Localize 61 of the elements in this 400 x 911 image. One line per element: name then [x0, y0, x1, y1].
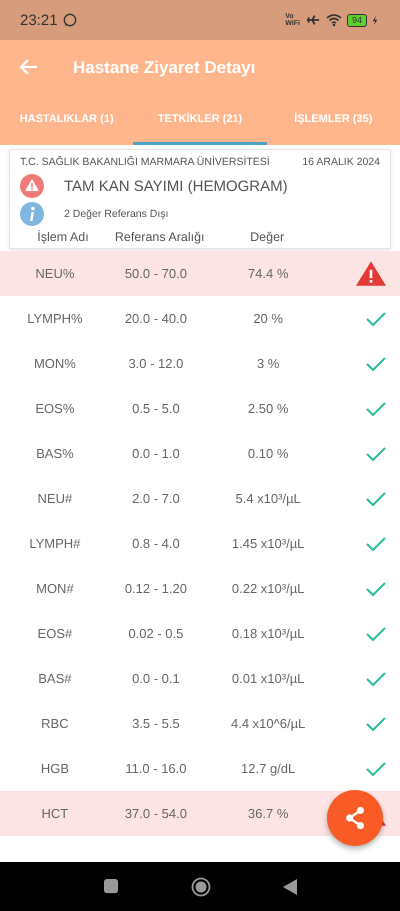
battery-indicator: 94	[346, 14, 367, 26]
table-cell-text: 2.0 - 7.0	[131, 491, 181, 506]
table-cell-text: 20.0 - 40.0	[124, 311, 188, 326]
tab[interactable]: TETKİKLER (21)	[133, 95, 267, 145]
table-cell-text: 20 %	[252, 311, 284, 326]
table-cell-text: 2.50 %	[246, 401, 290, 416]
table-cell-text: EOS#	[36, 626, 74, 641]
wifi-icon	[326, 13, 342, 27]
table-cell-text: 3.5 - 5.5	[131, 716, 181, 731]
clock-text: 23:21	[20, 12, 58, 28]
date-text: 16 ARALIK 2024	[302, 156, 380, 168]
summary-text: 2 Değer Referans Dışı	[64, 208, 168, 220]
table-cell-text: NEU%	[34, 266, 76, 281]
table-cell-text: 74.4 %	[246, 266, 290, 281]
table-cell-text: 0.10 %	[246, 446, 290, 461]
column-header: Referans Aralığı	[114, 230, 206, 244]
table-cell-text: 12.7 g/dL	[240, 761, 296, 776]
table-cell-text: 3.0 - 12.0	[127, 356, 184, 371]
table-cell-text: 0.5 - 5.0	[131, 401, 181, 416]
table-cell-text: 0.18 x10³/µL	[230, 626, 306, 641]
table-cell-text: 37.0 - 54.0	[124, 806, 188, 821]
table-cell-text: 1.45 x10³/µL	[230, 536, 306, 551]
recents-button[interactable]	[104, 879, 118, 894]
table-cell-text: 36.7 %	[246, 806, 290, 821]
institution-text: T.C. SAĞLIK BAKANLIĞI MARMARA ÜNİVERSİTESİ	[20, 156, 270, 168]
airplane-icon	[304, 13, 321, 27]
home-button[interactable]	[190, 876, 210, 896]
table-cell-text: 0.0 - 0.1	[131, 671, 181, 686]
table-cell-text: 0.22 x10³/µL	[230, 581, 306, 596]
table-cell-text: HGB	[40, 761, 70, 776]
table-cell-text: BAS#	[37, 671, 73, 686]
table-cell-text: 0.0 - 1.0	[131, 446, 181, 461]
table-cell-text: BAS%	[35, 446, 75, 461]
table-cell-text: 0.12 - 1.20	[124, 581, 188, 596]
table-cell-text: MON%	[32, 356, 77, 371]
table-cell-text: 0.8 - 4.0	[131, 536, 181, 551]
info-icon	[20, 202, 44, 226]
table-cell-text: RBC	[40, 716, 70, 731]
back-nav-button[interactable]	[282, 878, 296, 894]
tab[interactable]: HASTALIKLAR (1)	[0, 95, 134, 145]
table-cell-text: 4.4 x10^6/µL	[230, 716, 306, 731]
tab[interactable]: İŞLEMLER (35)	[266, 95, 400, 145]
table-cell-text: MON#	[35, 581, 75, 596]
table-cell-text: LYMPH#	[28, 536, 82, 551]
table-cell-text: 5.4 x10³/µL	[234, 491, 302, 506]
table-cell-text: 3 %	[256, 356, 280, 371]
table-cell-text: 0.02 - 0.5	[127, 626, 184, 641]
table-cell-text: 0.01 x10³/µL	[230, 671, 306, 686]
table-cell-text: 50.0 - 70.0	[124, 266, 188, 281]
test-name: TAM KAN SAYIMI (HEMOGRAM)	[64, 178, 288, 194]
table-cell-text: NEU#	[36, 491, 74, 506]
table-cell-text: LYMPH%	[26, 311, 84, 326]
table-cell-text: 11.0 - 16.0	[124, 761, 188, 776]
screen-title: Hastane Ziyaret Detayı	[73, 58, 256, 78]
table-cell-text: EOS%	[34, 401, 76, 416]
charging-icon	[372, 14, 378, 26]
table-cell-text: HCT	[40, 806, 70, 821]
column-header: Değer	[249, 230, 286, 244]
chat-icon	[62, 13, 77, 27]
column-header: İşlem Adı	[36, 230, 90, 244]
warning-icon	[20, 174, 44, 198]
